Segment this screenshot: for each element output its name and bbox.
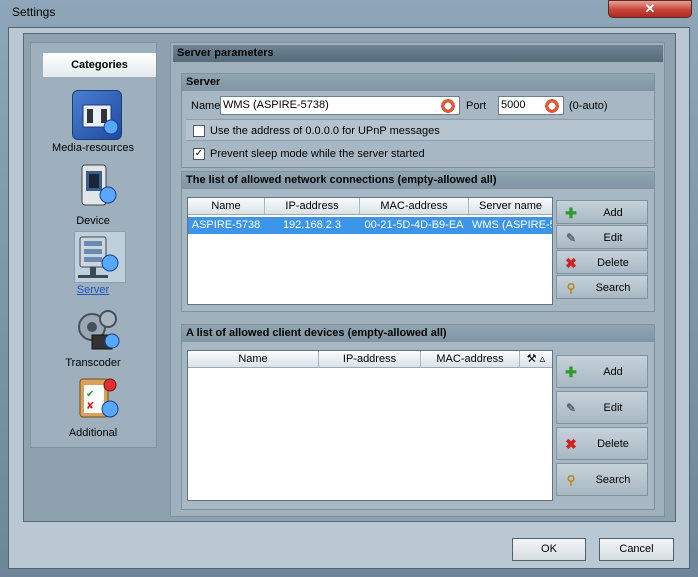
table-header: Name IP-address MAC-address Server name xyxy=(188,198,552,215)
delete-connection-button[interactable]: ✖ Delete xyxy=(556,250,648,274)
table-header: Name IP-address MAC-address ⚒ ▵ xyxy=(188,351,552,368)
column-header[interactable]: MAC-address xyxy=(421,351,520,368)
server-parameters-header: Server parameters xyxy=(173,45,663,62)
categories-header: Categories xyxy=(43,53,156,77)
plus-icon: ✚ xyxy=(565,205,577,221)
edit-icon: ✎ xyxy=(565,401,577,415)
cancel-button[interactable]: Cancel xyxy=(599,538,674,561)
category-media-resources[interactable]: Media-resources xyxy=(43,90,143,160)
delete-x-icon: ✖ xyxy=(565,436,577,452)
port-label: Port xyxy=(466,100,487,112)
port-hint: (0-auto) xyxy=(569,100,608,112)
button-label: Edit xyxy=(603,402,623,414)
column-header[interactable]: Name xyxy=(188,198,265,215)
server-group-header: Server xyxy=(182,74,654,91)
button-label: Delete xyxy=(597,257,629,269)
lifebuoy-icon[interactable] xyxy=(440,98,456,114)
delete-device-button[interactable]: ✖ Delete xyxy=(556,427,648,460)
edit-icon: ✎ xyxy=(565,231,577,245)
cell: WMS (ASPIRE-5 xyxy=(472,219,552,231)
button-label: Edit xyxy=(603,232,623,244)
category-label: Transcoder xyxy=(65,357,121,369)
column-settings-icon[interactable]: ⚒ ▵ xyxy=(520,351,552,368)
add-connection-button[interactable]: ✚ Add xyxy=(556,200,648,224)
button-label: Add xyxy=(603,366,623,378)
client-devices-header: A list of allowed client devices (empty-… xyxy=(182,325,654,342)
button-label: Delete xyxy=(597,438,629,450)
table-row[interactable]: ASPIRE-5738 192.168.2.3 00-21-5D-4D-B9-E… xyxy=(188,217,552,234)
network-connections-table[interactable]: Name IP-address MAC-address Server name … xyxy=(187,197,553,305)
network-connections-header: The list of allowed network connections … xyxy=(182,172,654,189)
cell: ASPIRE-5738 xyxy=(191,219,261,231)
lifebuoy-icon[interactable] xyxy=(544,98,560,114)
prevent-sleep-label: Prevent sleep mode while the server star… xyxy=(210,148,425,160)
plus-icon: ✚ xyxy=(565,364,577,380)
button-label: Add xyxy=(603,207,623,219)
button-label: Search xyxy=(595,282,631,294)
category-server[interactable]: Server xyxy=(43,233,143,303)
prevent-sleep-checkbox[interactable]: ✓ xyxy=(193,148,205,160)
column-header[interactable]: IP-address xyxy=(319,351,421,368)
add-device-button[interactable]: ✚ Add xyxy=(556,355,648,388)
client-devices-table[interactable]: Name IP-address MAC-address ⚒ ▵ xyxy=(187,350,553,501)
category-label: Device xyxy=(76,215,110,227)
window-title: Settings xyxy=(12,5,56,19)
search-icon: ⚲ xyxy=(566,281,576,295)
additional-icon: ✔ ✘ xyxy=(72,375,120,423)
svg-text:✘: ✘ xyxy=(86,401,94,412)
upnp-label: Use the address of 0.0.0.0 for UPnP mess… xyxy=(210,125,440,137)
ok-button[interactable]: OK xyxy=(512,538,586,561)
column-header[interactable]: Name xyxy=(188,351,319,368)
column-header[interactable]: MAC-address xyxy=(360,198,469,215)
search-connection-button[interactable]: ⚲ Search xyxy=(556,275,648,299)
category-additional[interactable]: ✔ ✘ Additional xyxy=(43,375,143,445)
delete-x-icon: ✖ xyxy=(565,255,577,271)
name-label: Name xyxy=(191,100,221,112)
cell: 00-21-5D-4D-B9-EA xyxy=(364,219,464,231)
category-transcoder[interactable]: Transcoder xyxy=(43,305,143,375)
search-device-button[interactable]: ⚲ Search xyxy=(556,463,648,496)
column-header[interactable]: Server name xyxy=(469,198,552,215)
column-header[interactable]: IP-address xyxy=(265,198,360,215)
search-icon: ⚲ xyxy=(566,473,576,487)
edit-connection-button[interactable]: ✎ Edit xyxy=(556,225,648,249)
title-bar[interactable]: Settings xyxy=(0,0,698,26)
button-label: Search xyxy=(595,474,631,486)
upnp-checkbox[interactable] xyxy=(193,125,205,137)
close-button[interactable]: ✕ xyxy=(608,0,692,18)
media-resources-icon xyxy=(72,90,122,140)
svg-text:✔: ✔ xyxy=(86,389,94,400)
cell: 192.168.2.3 xyxy=(282,219,342,231)
category-label[interactable]: Server xyxy=(43,284,143,296)
server-icon xyxy=(72,233,120,281)
category-label: Media-resources xyxy=(52,142,134,154)
device-icon xyxy=(72,163,120,211)
server-name-input[interactable]: WMS (ASPIRE-5738) xyxy=(220,96,460,115)
category-label: Additional xyxy=(68,427,118,439)
transcoder-icon xyxy=(72,305,120,353)
category-device[interactable]: Device xyxy=(43,163,143,233)
edit-device-button[interactable]: ✎ Edit xyxy=(556,391,648,424)
